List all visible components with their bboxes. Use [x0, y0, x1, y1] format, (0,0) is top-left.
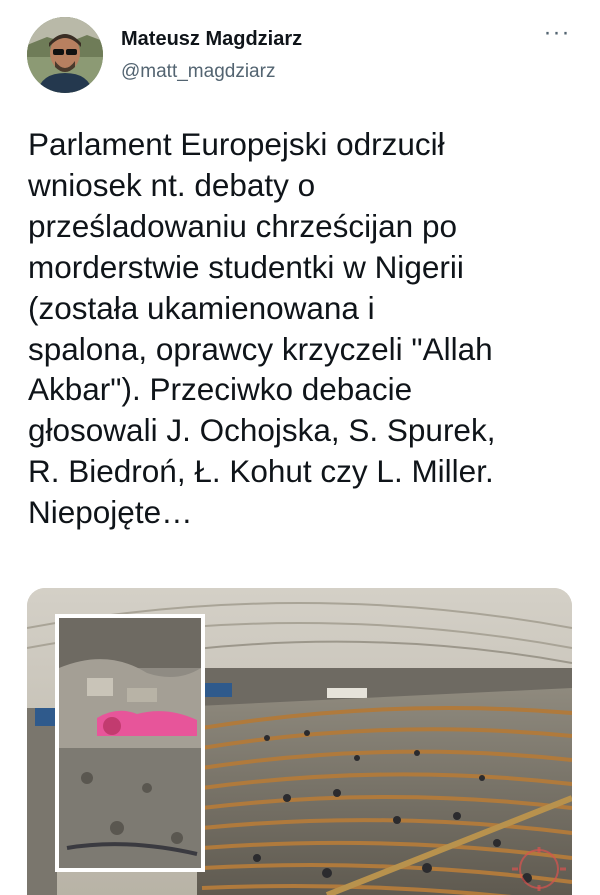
inset-rubble-photo — [55, 614, 205, 872]
more-options-button[interactable]: ··· — [542, 21, 572, 48]
user-handle[interactable]: @matt_magdziarz — [121, 61, 275, 83]
avatar[interactable] — [27, 17, 103, 93]
tweet-text: Parlament Europejski odrzucił wniosek nt… — [28, 126, 496, 531]
jbzd-logo-icon — [512, 847, 566, 891]
parliament-photo — [27, 588, 572, 895]
avatar-photo — [27, 17, 103, 93]
tweet-header: Mateusz Magdziarz @matt_magdziarz ··· — [0, 0, 600, 110]
display-name[interactable]: Mateusz Magdziarz — [121, 28, 302, 51]
tweet-media[interactable] — [27, 588, 572, 895]
jbzd-watermark — [510, 847, 568, 891]
